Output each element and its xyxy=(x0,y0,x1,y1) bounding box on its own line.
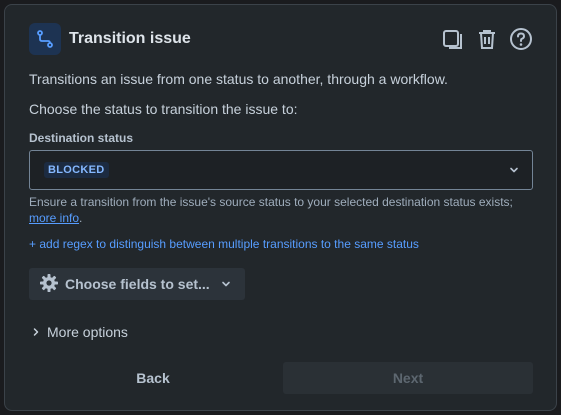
choose-fields-button[interactable]: Choose fields to set... xyxy=(29,268,245,300)
helper-text: Ensure a transition from the issue's sou… xyxy=(29,194,539,226)
gear-icon xyxy=(39,273,59,296)
more-info-link[interactable]: more info xyxy=(29,211,79,225)
status-lozenge: BLOCKED xyxy=(44,162,109,178)
more-options-toggle[interactable]: More options xyxy=(31,323,128,341)
panel-header: Transition issue xyxy=(29,23,534,55)
transition-icon xyxy=(29,23,61,55)
helper-text-tail: . xyxy=(79,211,83,225)
add-regex-link[interactable]: + add regex to distinguish between multi… xyxy=(29,237,419,251)
transition-issue-panel: Transition issue Transitions an issue fr… xyxy=(4,4,557,411)
panel-title: Transition issue xyxy=(69,30,191,47)
next-button[interactable]: Next xyxy=(283,362,533,394)
destination-status-select[interactable]: BLOCKED xyxy=(29,150,533,190)
chevron-down-icon xyxy=(220,278,232,290)
choose-fields-label: Choose fields to set... xyxy=(65,276,210,292)
helper-text-main: Ensure a transition from the issue's sou… xyxy=(29,195,513,209)
more-options-label: More options xyxy=(47,324,128,340)
header-actions xyxy=(440,26,534,52)
trash-icon[interactable] xyxy=(474,26,500,52)
destination-status-label: Destination status xyxy=(29,131,134,145)
prompt-text: Choose the status to transition the issu… xyxy=(29,101,298,117)
chevron-right-icon xyxy=(31,324,41,340)
help-icon[interactable] xyxy=(508,26,534,52)
chevron-down-icon xyxy=(508,164,520,176)
back-button[interactable]: Back xyxy=(29,362,277,394)
duplicate-icon[interactable] xyxy=(440,26,466,52)
description-text: Transitions an issue from one status to … xyxy=(29,71,448,87)
